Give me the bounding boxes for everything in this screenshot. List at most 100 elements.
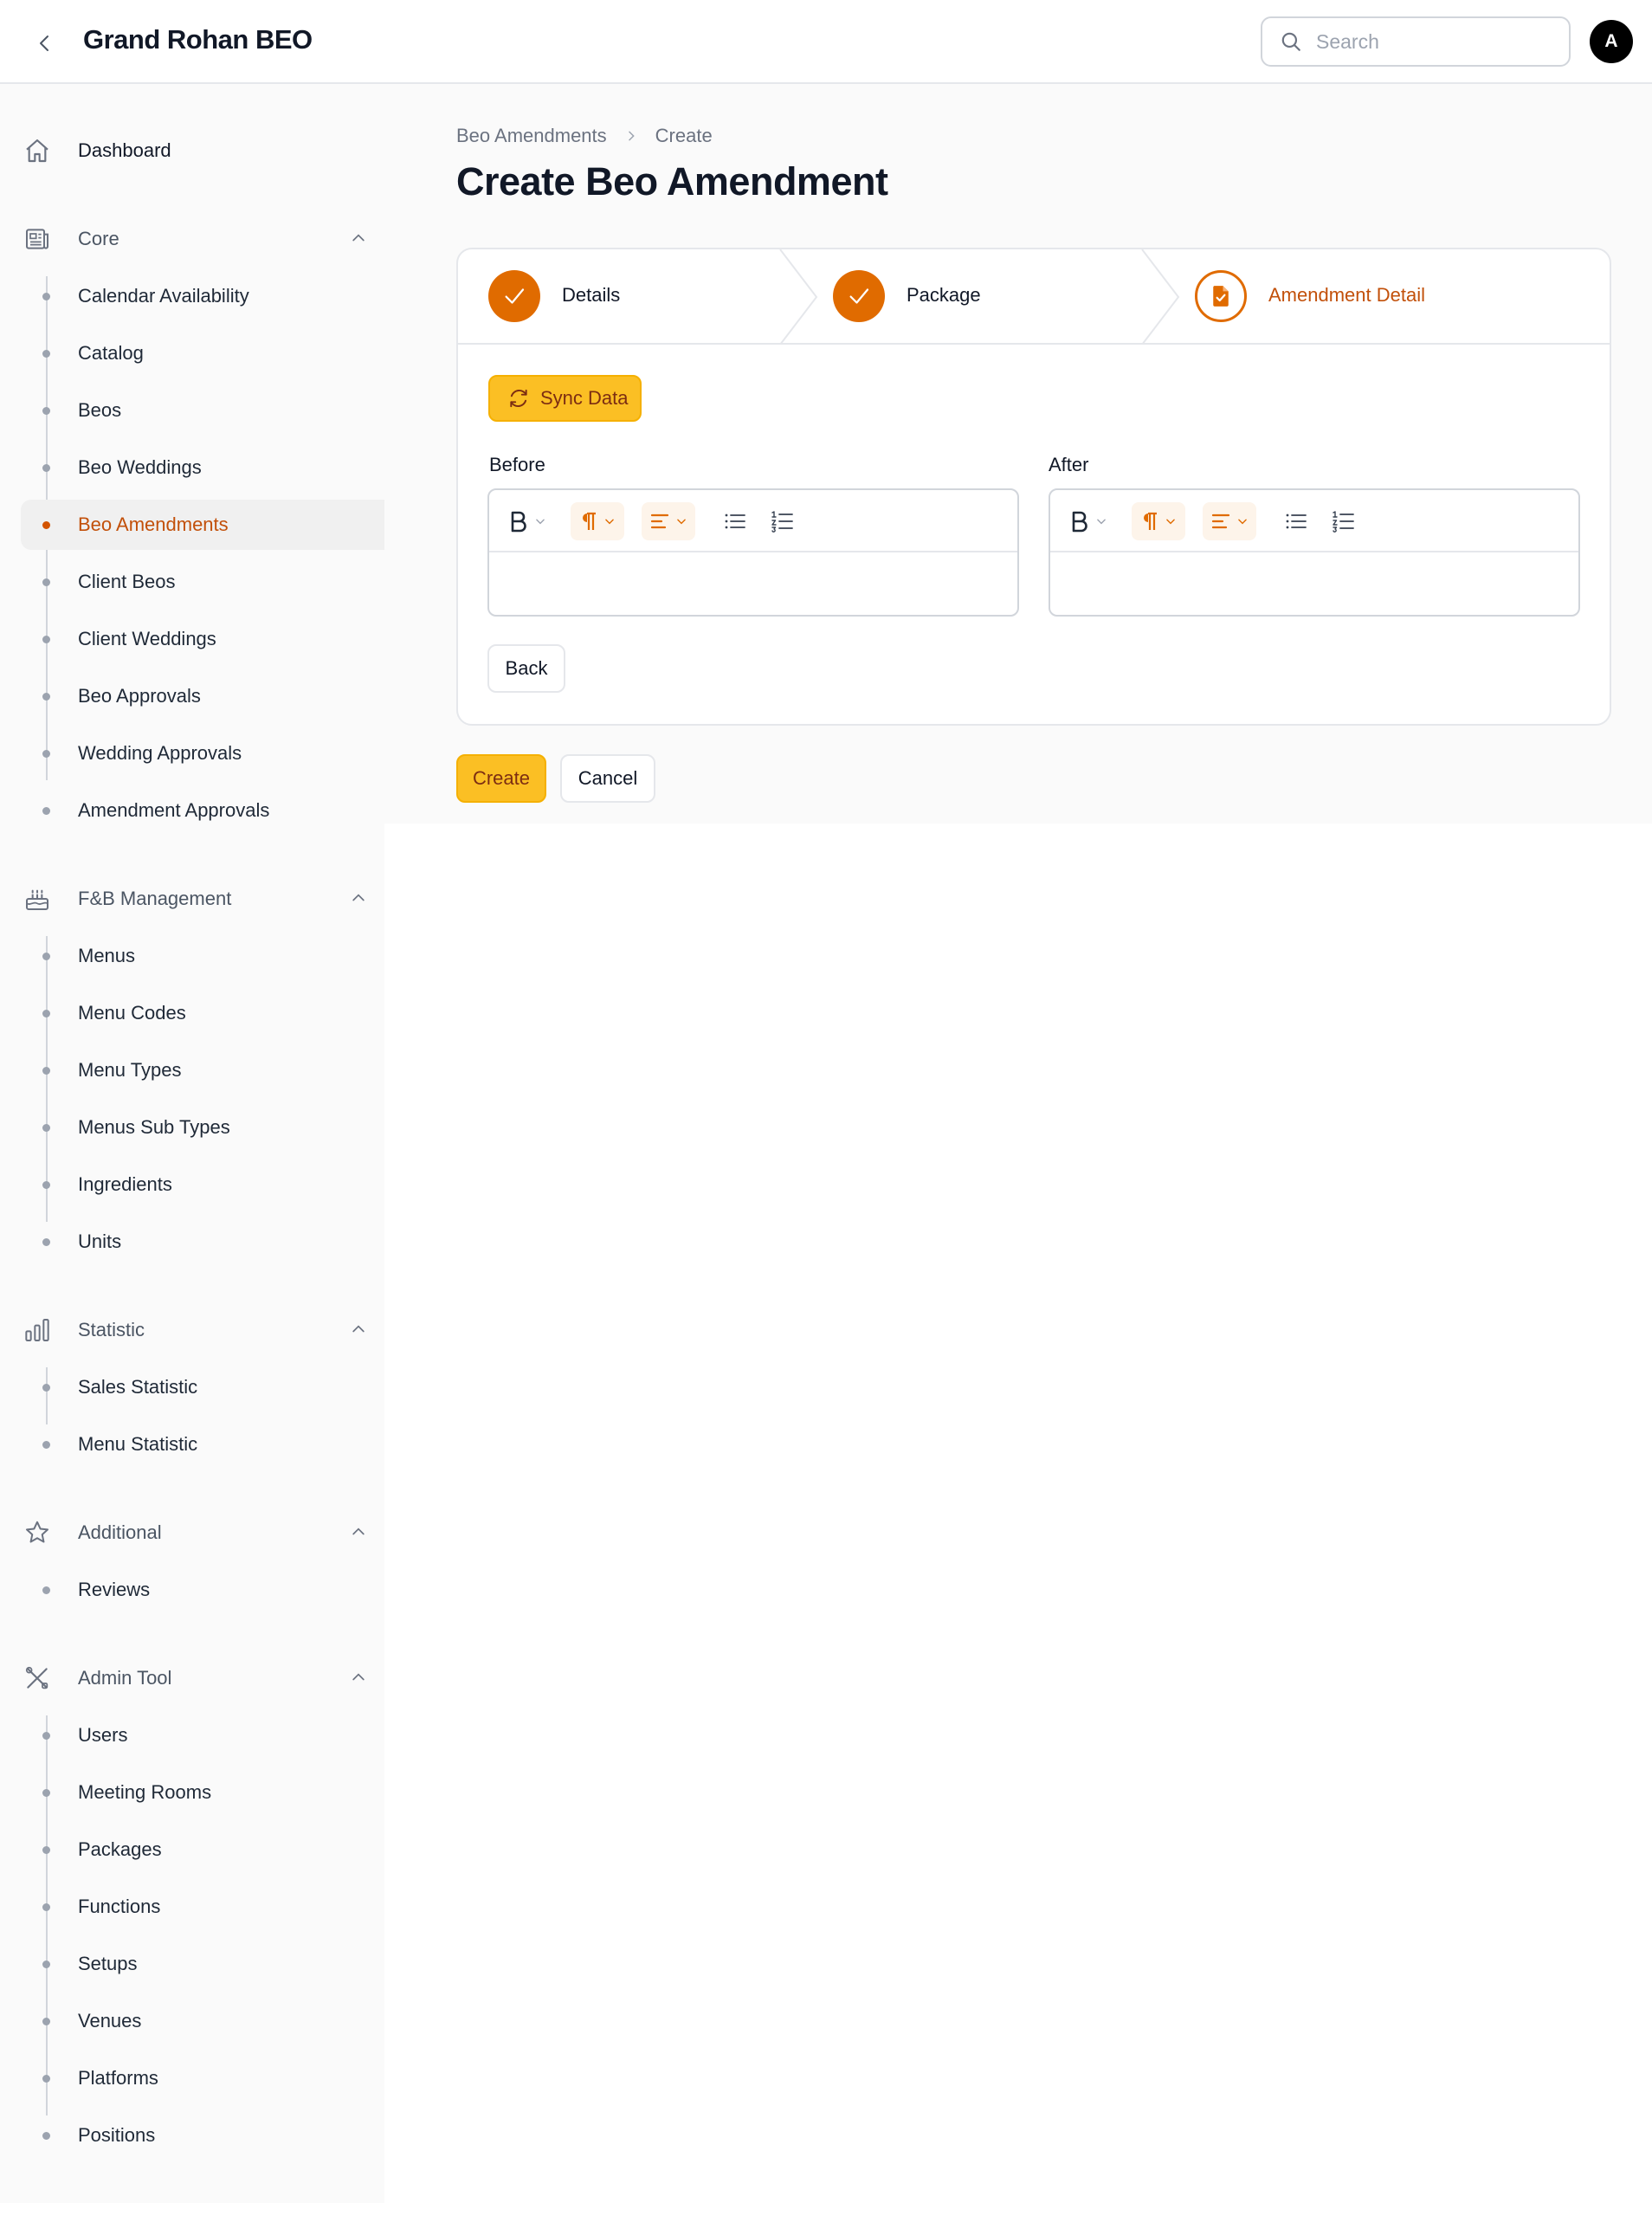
sidebar-item-label: Beo Amendments (78, 514, 229, 535)
step-label: Amendment Detail (1268, 284, 1425, 306)
sidebar-group-label: Statistic (78, 1319, 145, 1340)
step-label: Package (907, 284, 981, 306)
align-dropdown-button[interactable] (1203, 502, 1256, 540)
sidebar-item-label: Sales Statistic (78, 1376, 198, 1398)
sidebar-item-beo-weddings[interactable]: Beo Weddings (21, 442, 395, 493)
sidebar-item-sales-statistic[interactable]: Sales Statistic (21, 1362, 395, 1412)
numbered-list-button[interactable] (763, 502, 801, 540)
chevron-up-icon (352, 1325, 365, 1333)
search-box[interactable] (1261, 16, 1571, 67)
numbered-list-button[interactable] (1324, 502, 1362, 540)
search-input[interactable] (1314, 29, 1557, 55)
sidebar-item-menus-sub-types[interactable]: Menus Sub Types (21, 1102, 395, 1153)
star-icon (21, 1516, 54, 1549)
sidebar-item-label: Units (78, 1230, 122, 1252)
before-editor (487, 488, 1019, 617)
sidebar-item-units[interactable]: Units (21, 1217, 395, 1267)
bold-dropdown-button[interactable] (1064, 502, 1113, 540)
check-icon (849, 288, 869, 304)
chevron-right-icon (624, 129, 638, 143)
wizard-card: Details Package Amendment Detail Sync Da… (456, 248, 1611, 726)
sidebar-item-reviews[interactable]: Reviews (21, 1565, 395, 1615)
user-avatar[interactable]: A (1590, 20, 1633, 63)
chevron-down-icon (605, 519, 614, 525)
sidebar-item-catalog[interactable]: Catalog (21, 328, 395, 378)
bullet-dot (42, 464, 50, 472)
sidebar-item-label: Calendar Availability (78, 285, 249, 307)
sidebar-group-statistic-toggle[interactable]: Statistic (21, 1310, 384, 1350)
sidebar-item-packages[interactable]: Packages (21, 1825, 395, 1875)
sidebar-item-positions[interactable]: Positions (21, 2110, 395, 2161)
sidebar-item-dashboard[interactable]: Dashboard (21, 131, 393, 171)
sidebar-item-amendment-approvals[interactable]: Amendment Approvals (21, 785, 395, 836)
sidebar-item-venues[interactable]: Venues (21, 1996, 395, 2046)
sidebar-item-menu-types[interactable]: Menu Types (21, 1045, 395, 1095)
cancel-button[interactable]: Cancel (560, 754, 655, 803)
before-editor-content[interactable] (489, 552, 1017, 615)
breadcrumb-link-beo-amendments[interactable]: Beo Amendments (456, 125, 607, 147)
sidebar-item-client-beos[interactable]: Client Beos (21, 557, 395, 607)
back-button[interactable]: Back (487, 644, 565, 693)
bullet-dot (42, 693, 50, 701)
chevron-up-icon (352, 1528, 365, 1535)
step-details[interactable]: Details (458, 249, 804, 343)
bullet-dot (42, 1010, 50, 1017)
sidebar-item-wedding-approvals[interactable]: Wedding Approvals (21, 728, 395, 778)
breadcrumb-current: Create (655, 125, 713, 146)
step-complete-badge (488, 270, 540, 322)
sidebar-item-calendar-availability[interactable]: Calendar Availability (21, 271, 395, 321)
chevron-up-icon (352, 234, 365, 242)
chevron-up-icon (352, 894, 365, 901)
back-arrow-button[interactable] (28, 26, 62, 61)
sidebar-item-label: Setups (78, 1953, 138, 1974)
sidebar-item-functions[interactable]: Functions (21, 1882, 395, 1932)
bullet-dot (42, 1124, 50, 1132)
sidebar-item-users[interactable]: Users (21, 1710, 395, 1760)
sidebar-group-additional-toggle[interactable]: Additional (21, 1513, 384, 1553)
sidebar-item-label: Client Weddings (78, 628, 216, 649)
bullet-dot (42, 1238, 50, 1246)
sidebar-item-ingredients[interactable]: Ingredients (21, 1159, 395, 1210)
after-editor-content[interactable] (1050, 552, 1578, 615)
create-button[interactable]: Create (456, 754, 546, 803)
align-dropdown-button[interactable] (642, 502, 695, 540)
sidebar-item-menus[interactable]: Menus (21, 931, 395, 981)
sidebar-group-admin-tool-toggle[interactable]: Admin Tool (21, 1658, 384, 1698)
sidebar-item-menu-statistic[interactable]: Menu Statistic (21, 1419, 395, 1469)
sidebar-item-meeting-rooms[interactable]: Meeting Rooms (21, 1767, 395, 1818)
sidebar: Dashboard Core Calendar Availability Cat… (0, 84, 395, 2203)
sidebar-item-label: Dashboard (78, 139, 171, 161)
sidebar-group-fb-management-toggle[interactable]: F&B Management (21, 879, 384, 919)
top-bar: Grand Rohan BEO A (0, 0, 1652, 84)
paragraph-dropdown-button[interactable] (571, 502, 624, 540)
sidebar-item-platforms[interactable]: Platforms (21, 2053, 395, 2103)
sync-data-button[interactable]: Sync Data (488, 375, 642, 422)
app-title: Grand Rohan BEO (83, 24, 313, 55)
sidebar-item-client-weddings[interactable]: Client Weddings (21, 614, 395, 664)
bold-dropdown-button[interactable] (503, 502, 552, 540)
step-package[interactable]: Package (822, 249, 1168, 343)
bullet-dot (42, 1732, 50, 1740)
sidebar-group-core-toggle[interactable]: Core (21, 219, 384, 259)
step-current-badge (1195, 270, 1247, 322)
sidebar-item-beo-approvals[interactable]: Beo Approvals (21, 671, 395, 721)
bullet-list-button[interactable] (716, 502, 754, 540)
sidebar-item-setups[interactable]: Setups (21, 1939, 395, 1989)
bullet-dot (42, 750, 50, 758)
bullet-list-button[interactable] (1277, 502, 1315, 540)
bullet-dot (42, 1441, 50, 1449)
sidebar-item-label: Positions (78, 2124, 156, 2146)
bullet-dot (42, 1846, 50, 1854)
bullet-list-icon (725, 514, 745, 529)
bullet-dot (42, 350, 50, 358)
numbered-list-icon (771, 511, 793, 533)
sidebar-item-beos[interactable]: Beos (21, 385, 395, 436)
step-amendment-detail[interactable]: Amendment Detail (1184, 249, 1608, 343)
align-left-icon (1211, 514, 1230, 529)
paragraph-dropdown-button[interactable] (1132, 502, 1185, 540)
sidebar-item-menu-codes[interactable]: Menu Codes (21, 988, 395, 1038)
editor-toolbar (489, 490, 1017, 552)
sidebar-item-label: Functions (78, 1896, 161, 1917)
sidebar-item-label: Wedding Approvals (78, 742, 242, 764)
sidebar-item-beo-amendments[interactable]: Beo Amendments (21, 500, 395, 550)
